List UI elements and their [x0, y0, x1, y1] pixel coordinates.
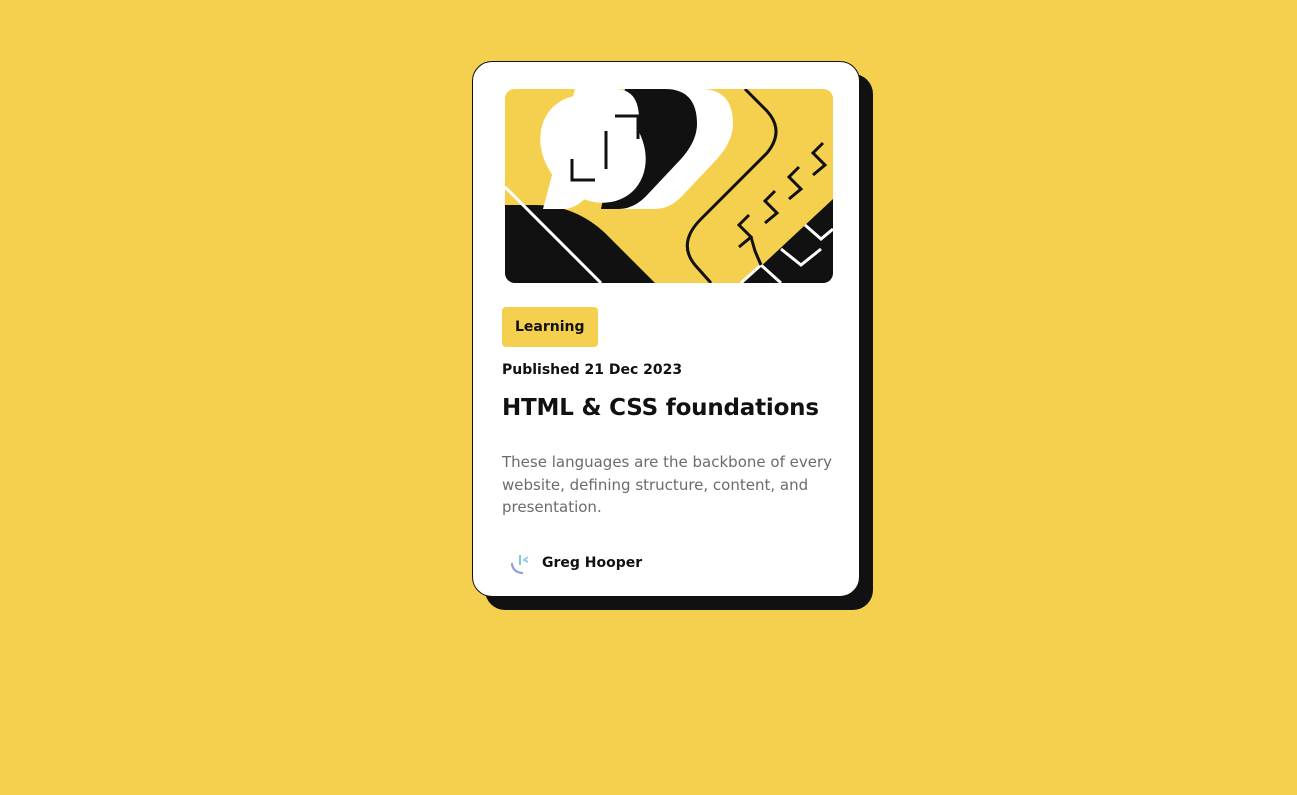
published-date: Published 21 Dec 2023 [502, 362, 683, 378]
avatar-icon [508, 550, 534, 576]
category-tag: Learning [502, 307, 598, 347]
blog-preview-card: Learning Published 21 Dec 2023 HTML & CS… [472, 61, 860, 597]
author: Greg Hooper [508, 550, 642, 576]
code-illustration-icon [505, 89, 833, 283]
author-name: Greg Hooper [542, 555, 643, 571]
card-title[interactable]: HTML & CSS foundations [502, 395, 819, 421]
hero-illustration [505, 89, 833, 283]
card-description: These languages are the backbone of ever… [502, 453, 832, 516]
